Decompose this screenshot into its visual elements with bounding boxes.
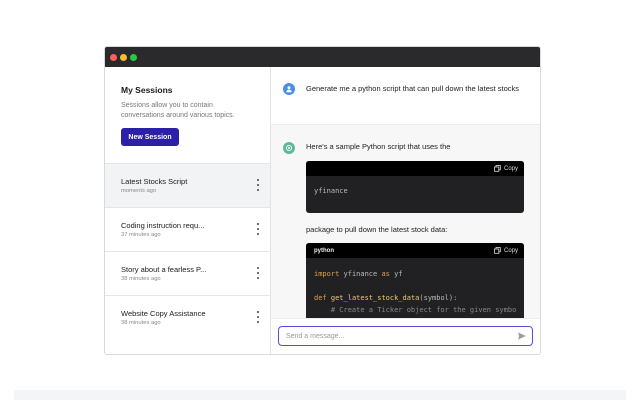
code-block-header: Copy — [306, 161, 524, 176]
minimize-window-dot[interactable] — [120, 53, 127, 61]
code-keyword: as — [381, 270, 390, 278]
session-time: 37 minutes ago — [121, 232, 161, 238]
user-message-text: Generate me a python script that can pul… — [306, 84, 520, 93]
code-text: (symbol): — [419, 294, 458, 302]
copy-label: Copy — [503, 165, 518, 172]
sidebar-description: Sessions allow you to contain conversati… — [121, 102, 235, 119]
session-item-latest-stocks[interactable]: Latest Stocks Script moments ago — [105, 163, 270, 207]
code-content: import yfinance as yf def get_latest_sto… — [306, 258, 524, 318]
sidebar-title: My Sessions — [121, 85, 173, 95]
message-input-placeholder: Send a message... — [286, 332, 345, 340]
maximize-window-dot[interactable] — [130, 53, 137, 61]
copy-icon — [494, 247, 501, 254]
page-footer-band — [14, 390, 626, 400]
more-options-icon[interactable] — [256, 267, 260, 279]
chat-panel: Generate me a python script that can pul… — [271, 67, 540, 354]
code-block-python: python Copy import yfinance as yf def ge… — [306, 243, 524, 318]
copy-icon — [494, 165, 501, 172]
session-time: moments ago — [121, 188, 157, 194]
assistant-text: package to pull down the latest stock da… — [306, 225, 448, 234]
assistant-text: Here's a sample Python script that uses … — [306, 142, 451, 151]
sessions-sidebar: My Sessions Sessions allow you to contai… — [105, 67, 271, 354]
assistant-avatar-icon — [283, 142, 295, 154]
new-session-button[interactable]: New Session — [121, 128, 179, 146]
user-message: Generate me a python script that can pul… — [271, 67, 540, 125]
session-time: 38 minutes ago — [121, 320, 161, 326]
code-language: python — [314, 247, 334, 254]
more-options-icon[interactable] — [256, 223, 260, 235]
session-item-coding-instruction[interactable]: Coding instruction requ... 37 minutes ag… — [105, 207, 270, 251]
sidebar-header: My Sessions Sessions allow you to contai… — [105, 67, 270, 163]
session-title: Latest Stocks Script — [121, 177, 188, 186]
session-title: Story about a fearless P... — [121, 265, 207, 274]
code-keyword: def — [314, 294, 327, 302]
close-window-dot[interactable] — [110, 53, 117, 61]
copy-button[interactable]: Copy — [494, 247, 518, 254]
window-titlebar — [105, 47, 540, 67]
app-window: My Sessions Sessions allow you to contai… — [104, 46, 541, 355]
message-input[interactable]: Send a message... — [278, 326, 533, 346]
code-keyword: import — [314, 270, 340, 278]
code-function: get_latest_stock_data — [330, 294, 420, 302]
session-title: Website Copy Assistance — [121, 309, 206, 318]
code-text: yf — [389, 270, 403, 278]
code-content: yfinance — [314, 187, 348, 195]
send-icon[interactable] — [514, 328, 530, 344]
copy-button[interactable]: Copy — [494, 165, 518, 172]
copy-label: Copy — [503, 247, 518, 254]
session-title: Coding instruction requ... — [121, 221, 205, 230]
session-item-website-copy[interactable]: Website Copy Assistance 38 minutes ago — [105, 295, 270, 339]
session-time: 38 minutes ago — [121, 276, 161, 282]
code-text: yfinance — [339, 270, 382, 278]
composer: Send a message... — [271, 318, 540, 354]
more-options-icon[interactable] — [256, 311, 260, 323]
code-block-yfinance: Copy yfinance — [306, 161, 524, 213]
assistant-message: Here's a sample Python script that uses … — [271, 125, 540, 318]
code-block-header: python Copy — [306, 243, 524, 258]
more-options-icon[interactable] — [256, 179, 260, 191]
session-item-story[interactable]: Story about a fearless P... 38 minutes a… — [105, 251, 270, 295]
code-comment: # Create a Ticker object for the given s… — [314, 306, 517, 314]
user-avatar-icon — [283, 83, 295, 95]
